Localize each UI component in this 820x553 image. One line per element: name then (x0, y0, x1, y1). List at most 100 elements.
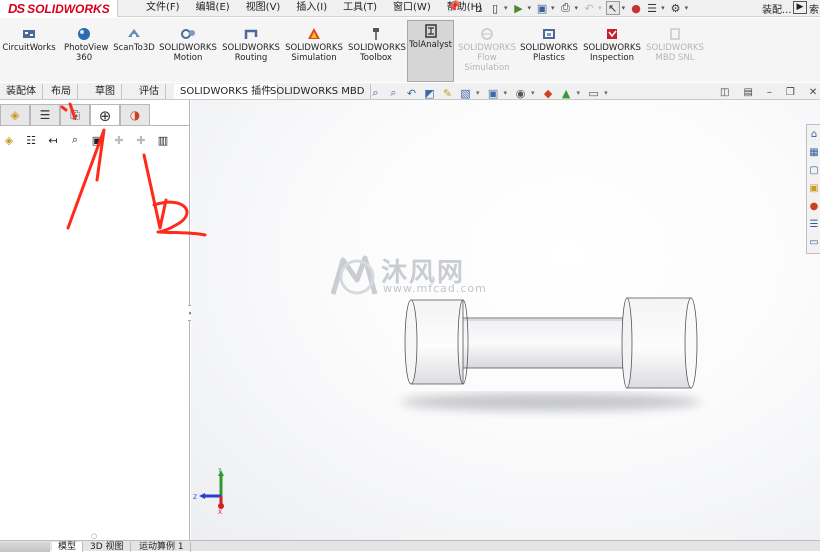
view-settings-dropdown-icon[interactable]: ▾ (604, 89, 608, 97)
rebuild-traffic-light-icon[interactable]: ● (629, 1, 643, 15)
edit-appearance-icon[interactable]: ◆ (541, 86, 556, 100)
display-style-dropdown-icon[interactable]: ▾ (504, 89, 508, 97)
options-dropdown-icon[interactable]: ▾ (685, 4, 689, 12)
previous-view-icon[interactable]: ↶ (404, 86, 419, 100)
solidworks-plastics-button[interactable]: SOLIDWORKS Plastics (519, 24, 579, 80)
shaft-part-model[interactable] (391, 290, 721, 420)
menu-edit[interactable]: 编辑(E) (188, 1, 238, 15)
right-end-cylinder[interactable] (621, 297, 698, 389)
zoom-to-fit-icon[interactable]: ⌕ (368, 86, 383, 100)
print-icon[interactable]: ⎙ (559, 1, 573, 15)
appearances-icon[interactable]: ● (808, 199, 820, 214)
section-view-icon[interactable]: ◩ (422, 86, 437, 100)
print-dropdown-icon[interactable]: ▾ (575, 4, 579, 12)
new-document-icon[interactable]: ▯ (488, 1, 502, 15)
scanto3d-button[interactable]: ScanTo3D (111, 24, 157, 80)
menu-window[interactable]: 窗口(W) (385, 1, 439, 15)
save-icon[interactable]: ▣ (535, 1, 549, 15)
property-manager-icon[interactable]: ☰ (30, 104, 60, 125)
new-dropdown-icon[interactable]: ▾ (504, 4, 508, 12)
tolanalyst-study-icon[interactable]: ▥ (155, 133, 171, 147)
display-style-icon[interactable]: ▣ (486, 86, 501, 100)
open-dropdown-icon[interactable]: ▾ (528, 4, 532, 12)
custom-properties-icon[interactable]: ☰ (808, 217, 820, 232)
hide-show-dropdown-icon[interactable]: ▾ (531, 89, 535, 97)
split-window-icon[interactable]: ▤ (743, 87, 752, 98)
file-properties-icon[interactable]: ☰ (645, 1, 659, 15)
solidworks-inspection-button[interactable]: SOLIDWORKS Inspection (581, 24, 643, 80)
apply-scene-icon[interactable]: ▲ (559, 86, 574, 100)
solidworks-toolbox-button[interactable]: SOLIDWORKS Toolbox (347, 24, 406, 80)
size-dimension-icon[interactable]: ⌕ (67, 133, 83, 147)
model-shadow (401, 393, 701, 411)
solidworks-simulation-button[interactable]: SOLIDWORKS Simulation (284, 24, 344, 80)
tab-evaluate[interactable]: 评估 (133, 84, 166, 99)
solidworks-resources-icon[interactable]: ⌂ (808, 127, 820, 142)
tab-solidworks-mbd[interactable]: SOLIDWORKS MBD (264, 84, 372, 99)
circuitworks-button[interactable]: CircuitWorks (2, 24, 56, 80)
z-axis-label: Z (193, 494, 197, 501)
search-commands-icon[interactable]: ▶ (793, 1, 807, 14)
view-orientation-dropdown-icon[interactable]: ▾ (476, 89, 480, 97)
file-properties-dropdown-icon[interactable]: ▾ (661, 4, 665, 12)
undo-icon[interactable]: ↶ (582, 1, 596, 15)
scanto3d-label: ScanTo3D (113, 43, 155, 53)
x-axis-label: X (218, 509, 222, 514)
motion-icon (181, 29, 195, 39)
show-tolerance-status-icon[interactable]: ✚ (133, 133, 149, 147)
solidworks-motion-button[interactable]: SOLIDWORKS Motion (158, 24, 218, 80)
tab-assembly[interactable]: 装配体 (0, 84, 43, 99)
middle-shaft[interactable] (460, 317, 632, 369)
toolbox-icon (373, 28, 379, 40)
display-manager-icon[interactable]: ◑ (120, 104, 150, 125)
undo-dropdown-icon[interactable]: ▾ (598, 4, 602, 12)
menu-insert[interactable]: 插入(I) (288, 1, 335, 15)
file-explorer-icon[interactable]: ▢ (808, 163, 820, 178)
tab-layout[interactable]: 布局 (45, 84, 78, 99)
hide-show-items-icon[interactable]: ◉ (513, 86, 528, 100)
solidworks-logo[interactable]: DS SOLIDWORKS (0, 0, 118, 17)
select-dropdown-icon[interactable]: ▾ (622, 4, 626, 12)
view-palette-icon[interactable]: ▣ (808, 181, 820, 196)
select-arrow-icon[interactable]: ↖ (605, 1, 620, 15)
menu-file[interactable]: 文件(F) (138, 1, 188, 15)
feature-tree-icon[interactable]: ◈ (0, 104, 30, 125)
view-settings-icon[interactable]: ▭ (586, 86, 601, 100)
panel-scroll-handle-icon[interactable]: ○ (91, 532, 97, 540)
pin-menu-icon[interactable]: 📌 (447, 0, 461, 13)
geometric-tolerance-icon[interactable]: ▣ (89, 133, 105, 147)
mbd-snl-button[interactable]: SOLIDWORKS MBD SNL (645, 24, 705, 80)
solidworks-routing-button[interactable]: SOLIDWORKS Routing (221, 24, 281, 80)
home-icon[interactable]: ⌂ (472, 1, 486, 15)
auto-dimension-scheme-icon[interactable]: ◈ (1, 133, 17, 147)
inspection-label: SOLIDWORKS Inspection (583, 43, 641, 63)
dimxpert-manager-icon[interactable]: ⊕ (90, 104, 120, 126)
open-icon[interactable]: ▶ (512, 1, 526, 15)
left-end-cylinder[interactable] (404, 299, 469, 385)
zoom-to-area-icon[interactable]: ⌕ (386, 86, 401, 100)
configuration-manager-icon[interactable]: ⎘ (60, 104, 90, 125)
tab-sketch[interactable]: 草图 (89, 84, 122, 99)
tile-window-icon[interactable]: ◫ (720, 87, 729, 98)
tab-solidworks-addins[interactable]: SOLIDWORKS 插件 (174, 84, 279, 99)
datum-icon[interactable]: ☷ (23, 133, 39, 147)
options-gear-icon[interactable]: ⚙ (669, 1, 683, 15)
close-window-icon[interactable]: ✕ (809, 87, 817, 98)
graphics-area[interactable]: 沐风网 www.mfcad.com (191, 100, 820, 540)
design-library-icon[interactable]: ▦ (808, 145, 820, 160)
dynamic-annotation-icon[interactable]: ✎ (440, 86, 455, 100)
apply-scene-dropdown-icon[interactable]: ▾ (577, 89, 581, 97)
minimize-window-icon[interactable]: – (767, 87, 772, 98)
menu-view[interactable]: 视图(V) (238, 1, 289, 15)
save-dropdown-icon[interactable]: ▾ (551, 4, 555, 12)
restore-window-icon[interactable]: ❐ (786, 87, 795, 98)
menu-tools[interactable]: 工具(T) (335, 1, 385, 15)
manager-tabs-divider (0, 125, 190, 126)
tolanalyst-button[interactable]: TolAnalyst (407, 20, 454, 82)
photoview-button[interactable]: PhotoView 360 (58, 24, 110, 80)
flow-simulation-button[interactable]: SOLIDWORKS Flow Simulation (457, 24, 517, 80)
pattern-feature-icon[interactable]: ✚ (111, 133, 127, 147)
forum-icon[interactable]: ▭ (808, 235, 820, 250)
location-dimension-icon[interactable]: ↤ (45, 133, 61, 147)
view-orientation-icon[interactable]: ▧ (458, 86, 473, 100)
